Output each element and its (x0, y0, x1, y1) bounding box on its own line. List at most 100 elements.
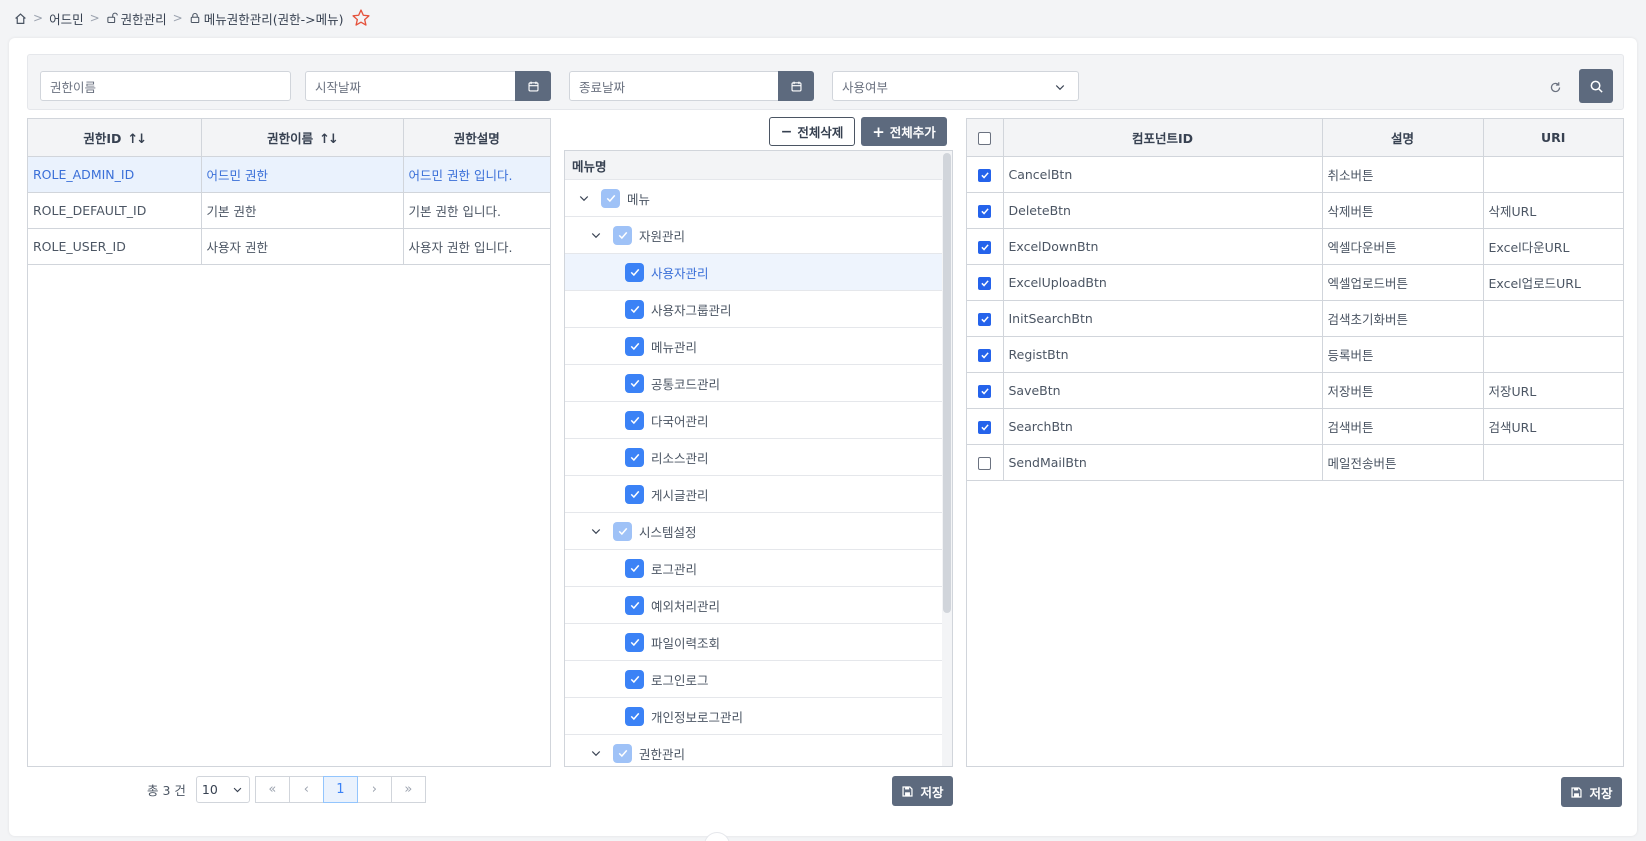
select-all-header[interactable] (967, 119, 1004, 157)
tree-node-checkbox[interactable] (625, 558, 644, 578)
tree-node[interactable]: 권한관리 (565, 735, 952, 766)
tree-node[interactable]: 리소스관리 (565, 439, 952, 476)
refresh-icon[interactable] (1545, 77, 1565, 97)
chevron-down-icon[interactable] (577, 191, 591, 205)
tree-node[interactable]: 로그관리 (565, 550, 952, 587)
row-checkbox[interactable] (978, 348, 992, 362)
row-checkbox[interactable] (978, 384, 992, 398)
table-row[interactable]: ROLE_DEFAULT_ID 기본 권한 기본 권한 입니다. (28, 192, 550, 229)
tree-node-checkbox[interactable] (625, 632, 644, 652)
tree-scrollbar[interactable] (943, 153, 951, 613)
table-row[interactable]: RegistBtn 등록버튼 (967, 336, 1623, 373)
last-page-button[interactable]: » (390, 776, 426, 803)
first-page-button[interactable]: « (254, 776, 290, 803)
calendar-icon (790, 81, 802, 92)
row-checkbox[interactable] (978, 312, 992, 326)
tree-node[interactable]: 게시글관리 (565, 476, 952, 513)
favorite-star-icon[interactable] (351, 8, 371, 28)
breadcrumb-item-menu-auth[interactable]: 메뉴권한관리(권한->메뉴) (189, 9, 343, 28)
select-all-checkbox[interactable] (978, 131, 992, 145)
tree-node[interactable]: 파일이력조회 (565, 624, 952, 661)
table-row[interactable]: ROLE_ADMIN_ID 어드민 권한 어드민 권한 입니다. (28, 156, 550, 193)
table-row[interactable]: ExcelDownBtn 엑셀다운버튼 Excel다운URL (967, 228, 1623, 265)
component-id-cell: RegistBtn (1003, 336, 1323, 373)
tree-node-checkbox[interactable] (625, 373, 644, 393)
end-date-input[interactable]: 종료날짜 (569, 71, 780, 101)
table-row[interactable]: SendMailBtn 메일전송버튼 (967, 444, 1623, 481)
column-header-role-id[interactable]: 권한ID ↑↓ (28, 119, 202, 157)
row-checkbox[interactable] (978, 420, 992, 434)
table-row[interactable]: SearchBtn 검색버튼 검색URL (967, 408, 1623, 445)
tree-node[interactable]: 예외처리관리 (565, 587, 952, 624)
tree-node[interactable]: 공통코드관리 (565, 365, 952, 402)
tree-node-checkbox[interactable] (625, 447, 644, 467)
next-page-button[interactable]: › (356, 776, 392, 803)
sort-icon[interactable]: ↑↓ (319, 132, 339, 147)
tree-save-button[interactable]: 저장 (892, 776, 953, 806)
search-icon (1590, 80, 1603, 93)
sort-icon[interactable]: ↑↓ (127, 132, 147, 147)
role-name-input[interactable]: 권한이름 (40, 71, 291, 101)
page-size-select[interactable]: 10 (195, 776, 250, 803)
tree-node-checkbox[interactable] (613, 521, 632, 541)
delete-all-label: 전체삭제 (797, 125, 844, 140)
table-row[interactable]: ROLE_USER_ID 사용자 권한 사용자 권한 입니다. (28, 228, 550, 265)
tree-node-checkbox[interactable] (613, 225, 632, 245)
search-button[interactable] (1579, 69, 1613, 103)
tree-node[interactable]: 사용자그룹관리 (565, 291, 952, 328)
table-row[interactable]: InitSearchBtn 검색초기화버튼 (967, 300, 1623, 337)
breadcrumb-item-auth[interactable]: 권한관리 (106, 9, 167, 28)
row-checkbox-cell (967, 444, 1004, 481)
tree-node-checkbox[interactable] (625, 706, 644, 726)
table-row[interactable]: CancelBtn 취소버튼 (967, 156, 1623, 193)
tree-node-label: 파일이력조회 (651, 635, 721, 651)
prev-page-button[interactable]: ‹ (288, 776, 324, 803)
row-checkbox[interactable] (978, 240, 992, 254)
tree-node-label: 개인정보로그관리 (651, 709, 744, 725)
save-icon (902, 785, 914, 797)
page-button-1[interactable]: 1 (322, 776, 358, 803)
tree-node[interactable]: 시스템설정 (565, 513, 952, 550)
row-checkbox[interactable] (978, 168, 992, 182)
tree-node-checkbox[interactable] (601, 188, 620, 208)
table-row[interactable]: SaveBtn 저장버튼 저장URL (967, 372, 1623, 409)
tree-node[interactable]: 개인정보로그관리 (565, 698, 952, 735)
tree-node-checkbox[interactable] (625, 262, 644, 282)
add-all-button[interactable]: + 전체추가 (861, 117, 947, 146)
column-header-role-name[interactable]: 권한이름 ↑↓ (201, 119, 404, 157)
tree-node[interactable]: 사용자관리 (565, 254, 952, 291)
tree-node-checkbox[interactable] (625, 484, 644, 504)
tree-node-checkbox[interactable] (625, 669, 644, 689)
tree-node-checkbox[interactable] (625, 336, 644, 356)
tree-node[interactable]: 메뉴관리 (565, 328, 952, 365)
tree-node[interactable]: 로그인로그 (565, 661, 952, 698)
tree-node-checkbox[interactable] (625, 299, 644, 319)
tree-node[interactable]: 메뉴 (565, 180, 952, 217)
tree-node-checkbox[interactable] (625, 595, 644, 615)
calendar-icon (527, 81, 539, 92)
delete-all-button[interactable]: − 전체삭제 (769, 117, 855, 146)
chevron-down-icon[interactable] (589, 524, 603, 538)
chevron-down-icon (233, 787, 242, 793)
row-checkbox[interactable] (978, 456, 992, 470)
row-checkbox[interactable] (978, 204, 992, 218)
table-row[interactable]: DeleteBtn 삭제버튼 삭제URL (967, 192, 1623, 229)
row-checkbox[interactable] (978, 276, 992, 290)
end-date-calendar-button[interactable] (778, 71, 814, 101)
tree-node[interactable]: 다국어관리 (565, 402, 952, 439)
start-date-input[interactable]: 시작날짜 (305, 71, 516, 101)
chevron-down-icon[interactable] (589, 746, 603, 760)
plus-icon: + (872, 122, 885, 141)
chevron-down-icon[interactable] (589, 228, 603, 242)
tree-node[interactable]: 자원관리 (565, 217, 952, 254)
tree-node-checkbox[interactable] (613, 743, 632, 763)
breadcrumb-label: 권한관리 (120, 11, 167, 27)
breadcrumb-item-admin[interactable]: 어드민 (49, 9, 84, 28)
use-yn-select[interactable]: 사용여부 (832, 71, 1079, 101)
tree-node-checkbox[interactable] (625, 410, 644, 430)
home-icon[interactable] (14, 12, 27, 25)
start-date-calendar-button[interactable] (515, 71, 551, 101)
tree-node-label: 리소스관리 (651, 450, 709, 466)
table-row[interactable]: ExcelUploadBtn 엑셀업로드버튼 Excel업로드URL (967, 264, 1623, 301)
component-save-button[interactable]: 저장 (1561, 777, 1622, 807)
